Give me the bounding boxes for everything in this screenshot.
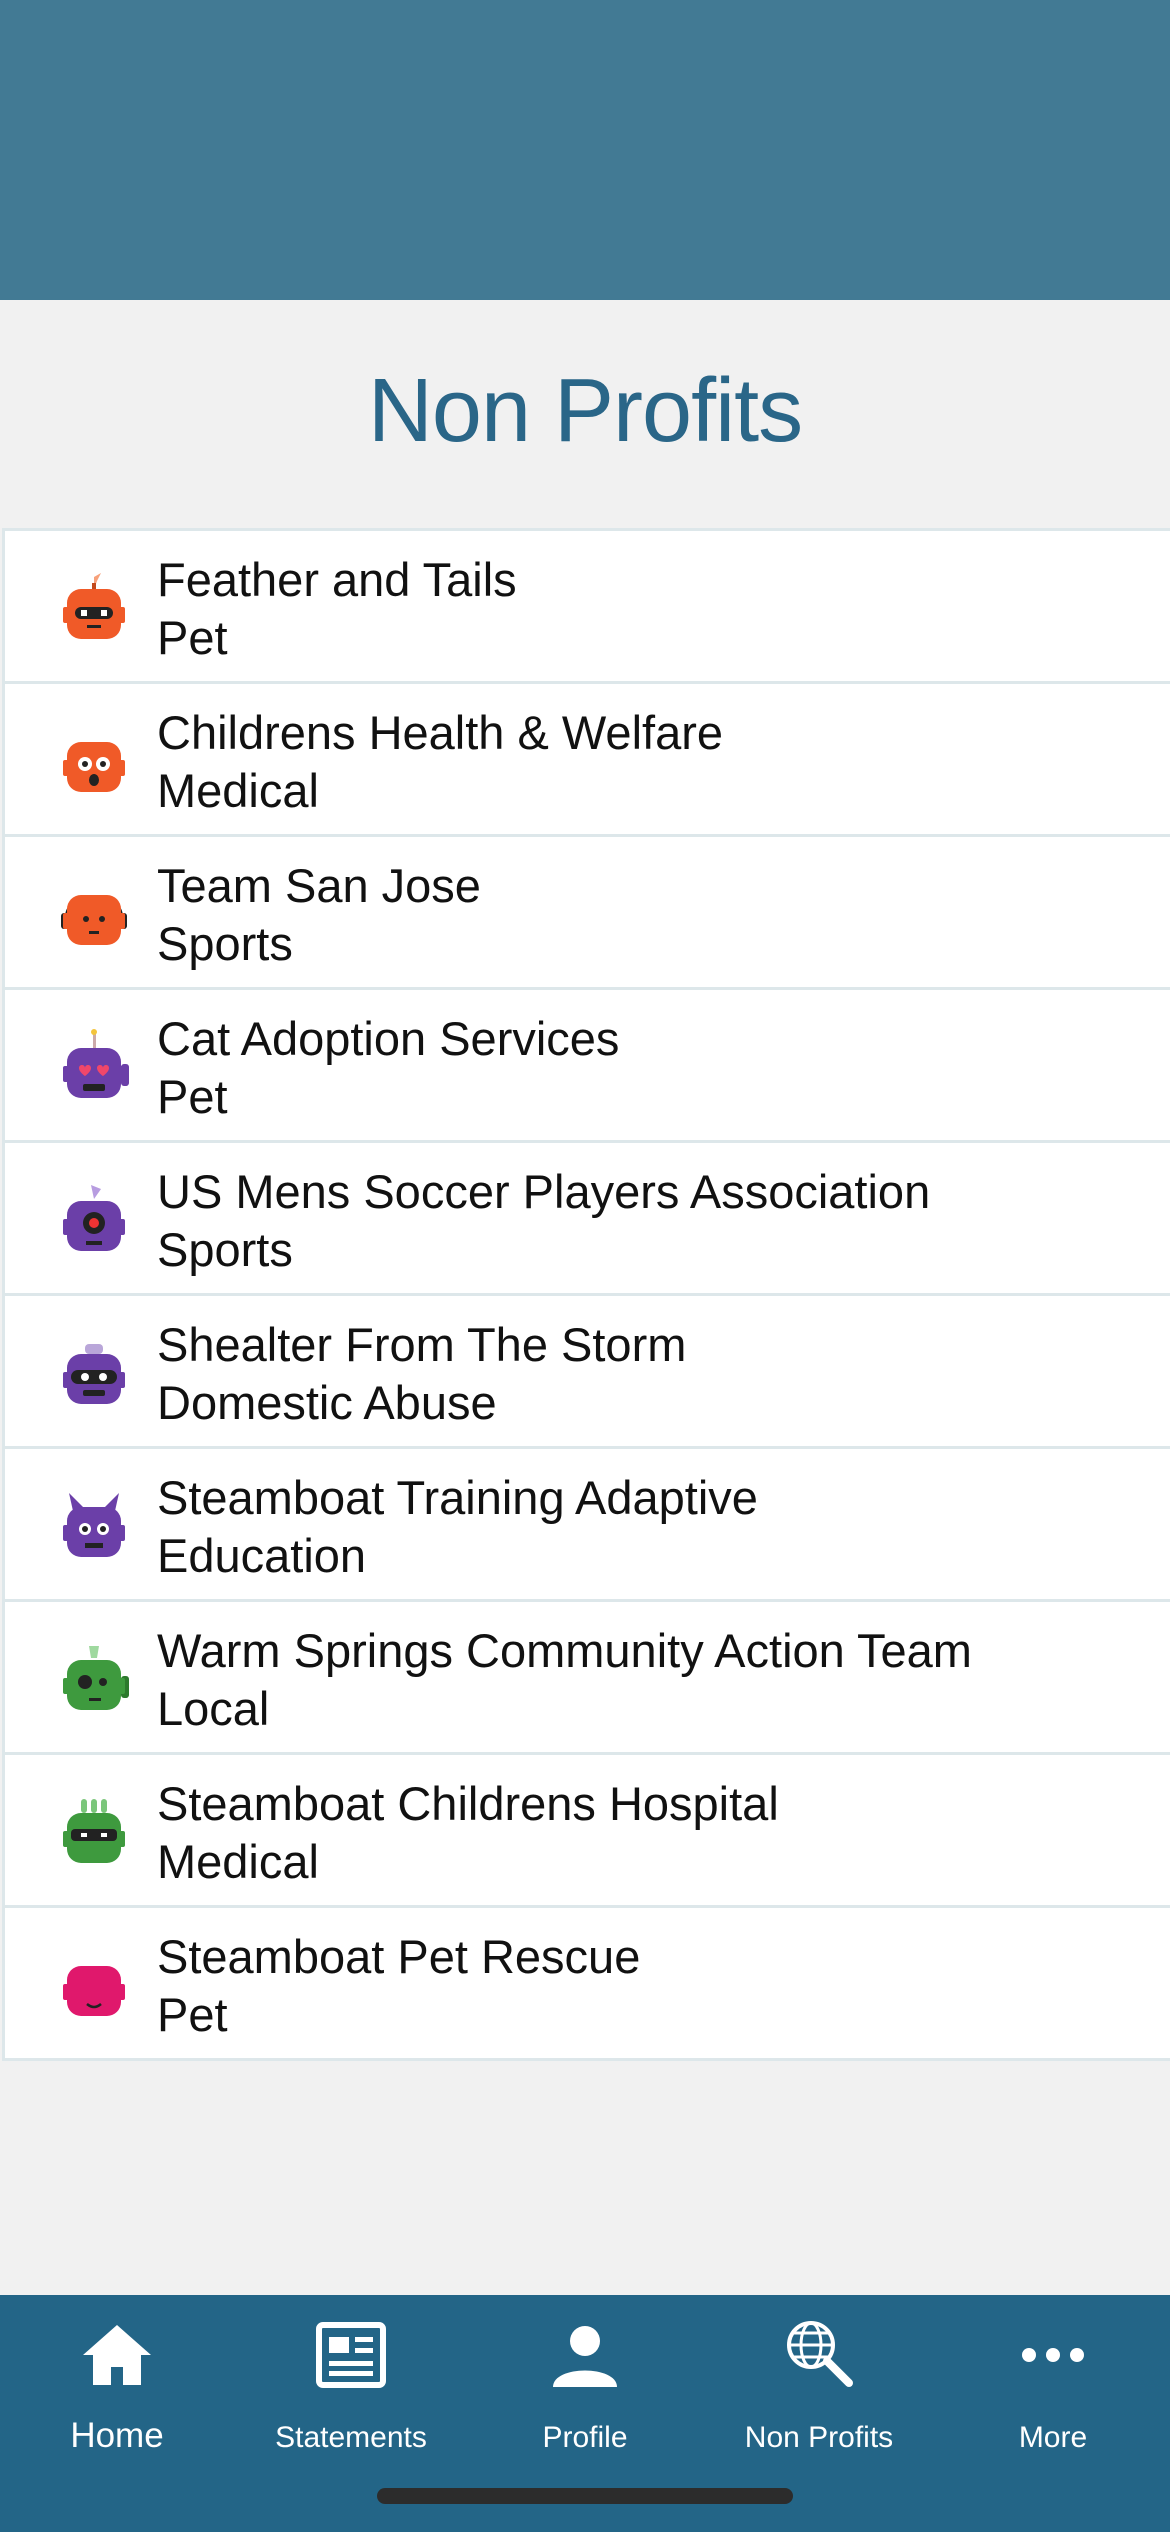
nonprofit-row[interactable]: Steamboat Training Adaptive Education	[5, 1449, 1170, 1602]
profile-icon	[545, 2315, 625, 2395]
nonprofit-row[interactable]: Feather and Tails Pet	[5, 531, 1170, 684]
nonprofit-row[interactable]: Team San Jose Sports	[5, 837, 1170, 990]
nonprofit-category: Pet	[157, 1070, 228, 1123]
green-robot-camo-icon	[53, 1791, 135, 1873]
green-robot-monocle-icon	[53, 1638, 135, 1720]
nonprofit-text: Cat Adoption Services Pet	[157, 1010, 619, 1126]
nonprofit-name: Steamboat Training Adaptive	[157, 1471, 758, 1524]
nonprofit-row[interactable]: US Mens Soccer Players Association Sports	[5, 1143, 1170, 1296]
nonprofit-category: Domestic Abuse	[157, 1376, 497, 1429]
nonprofit-text: Steamboat Childrens Hospital Medical	[157, 1775, 779, 1891]
tab-label: Profile	[542, 2421, 628, 2454]
nonprofit-category: Pet	[157, 611, 228, 664]
nonprofit-name: Feather and Tails	[157, 553, 517, 606]
orange-robot-antenna-icon	[53, 567, 135, 649]
nonprofit-category: Sports	[157, 1223, 293, 1276]
nonprofit-category: Local	[157, 1682, 270, 1735]
nonprofit-name: US Mens Soccer Players Association	[157, 1165, 931, 1218]
nonprofit-name: Shealter From The Storm	[157, 1318, 687, 1371]
orange-robot-surprised-icon	[53, 720, 135, 802]
statements-icon	[311, 2315, 391, 2395]
nonprofit-text: US Mens Soccer Players Association Sports	[157, 1163, 930, 1279]
nonprofit-row[interactable]: Cat Adoption Services Pet	[5, 990, 1170, 1143]
nonprofit-category: Sports	[157, 917, 293, 970]
nonprofit-category: Education	[157, 1529, 367, 1582]
purple-robot-cyclops-icon	[53, 1179, 135, 1261]
tab-more[interactable]: More	[936, 2295, 1170, 2532]
tab-label: Statements	[275, 2421, 427, 2454]
nonprofit-text: Team San Jose Sports	[157, 857, 481, 973]
nonprofit-name: Team San Jose	[157, 859, 481, 912]
nonprofit-row[interactable]: Warm Springs Community Action Team Local	[5, 1602, 1170, 1755]
purple-robot-masked-icon	[53, 1332, 135, 1414]
more-icon	[1013, 2315, 1093, 2395]
nonprofit-name: Cat Adoption Services	[157, 1012, 620, 1065]
nonprofit-list: Feather and Tails Pet Childrens Health & …	[2, 528, 1170, 2061]
nonprofit-name: Steamboat Pet Rescue	[157, 1930, 641, 1983]
nonprofit-row[interactable]: Childrens Health & Welfare Medical	[5, 684, 1170, 837]
page-title: Non Profits	[367, 361, 803, 461]
nonprofits-screen: Non Profits Feather and Tails Pet Childre…	[0, 0, 1170, 2532]
globe-search-icon	[779, 2315, 859, 2395]
nonprofit-text: Feather and Tails Pet	[157, 551, 517, 667]
home-indicator	[377, 2488, 793, 2504]
nonprofit-category: Pet	[157, 1988, 228, 2041]
purple-robot-heart-eyes-icon	[53, 1026, 135, 1108]
nonprofit-name: Childrens Health & Welfare	[157, 706, 723, 759]
orange-robot-headphones-icon	[53, 873, 135, 955]
nonprofit-row[interactable]: Steamboat Pet Rescue Pet	[5, 1908, 1170, 2061]
tab-label: Non Profits	[744, 2421, 894, 2454]
nonprofit-name: Steamboat Childrens Hospital	[157, 1777, 779, 1830]
tab-label: More	[1018, 2421, 1088, 2454]
nonprofit-row[interactable]: Steamboat Childrens Hospital Medical	[5, 1755, 1170, 1908]
tab-label: Home	[70, 2416, 164, 2455]
nonprofit-name: Warm Springs Community Action Team	[157, 1624, 972, 1677]
purple-robot-horns-icon	[53, 1485, 135, 1567]
nonprofit-category: Medical	[157, 764, 319, 817]
nonprofit-text: Steamboat Pet Rescue Pet	[157, 1928, 640, 2044]
tab-home[interactable]: Home	[0, 2295, 234, 2532]
nonprofit-text: Shealter From The Storm Domestic Abuse	[157, 1316, 686, 1432]
nonprofit-text: Childrens Health & Welfare Medical	[157, 704, 723, 820]
top-header-bar	[0, 0, 1170, 300]
nonprofit-text: Warm Springs Community Action Team Local	[157, 1622, 972, 1738]
nonprofit-category: Medical	[157, 1835, 319, 1888]
nonprofit-text: Steamboat Training Adaptive Education	[157, 1469, 758, 1585]
pink-robot-sleepy-icon	[53, 1944, 135, 2026]
nonprofit-row[interactable]: Shealter From The Storm Domestic Abuse	[5, 1296, 1170, 1449]
home-icon	[77, 2315, 157, 2395]
